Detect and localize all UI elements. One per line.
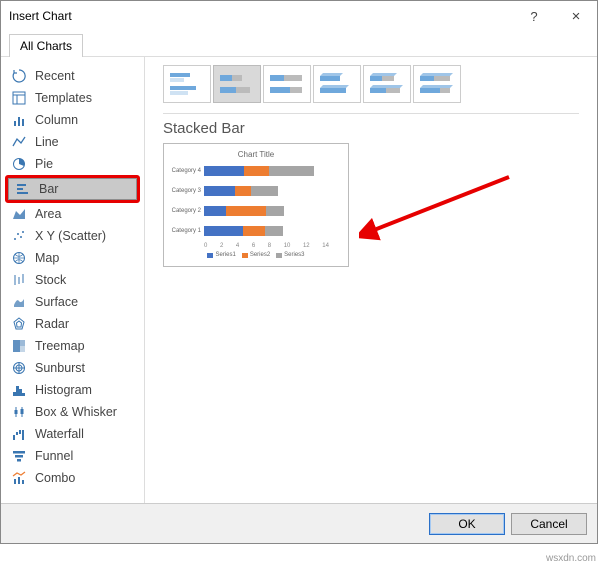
sidebar-item-label: Area [35,207,61,221]
subtype-clustered-bar[interactable] [163,65,211,103]
sidebar-item-label: Bar [39,182,58,196]
sidebar-item-label: Sunburst [35,361,85,375]
stock-icon [11,272,27,288]
annotation-arrow-icon [359,172,519,242]
sidebar-item-label: Map [35,251,59,265]
subtype-3d-stacked-bar[interactable] [363,65,411,103]
watermark-text: wsxdn.com [546,553,596,564]
area-icon [11,206,27,222]
subtype-stacked-bar[interactable] [213,65,261,103]
bar-icon [15,181,31,197]
tab-strip: All Charts [1,31,597,57]
sidebar-item-label: Column [35,113,78,127]
sidebar-item-recent[interactable]: Recent [5,65,140,87]
templates-icon [11,90,27,106]
sidebar-item-label: Waterfall [35,427,84,441]
column-icon [11,112,27,128]
chart-x-axis: 02468101214 [204,243,329,249]
chart-category-list: Recent Templates Column Line Pie [1,57,145,503]
sidebar-item-radar[interactable]: Radar [5,313,140,335]
sidebar-item-bar-highlight: Bar [5,175,140,203]
sidebar-item-templates[interactable]: Templates [5,87,140,109]
sidebar-item-label: Box & Whisker [35,405,117,419]
sidebar-item-label: Templates [35,91,92,105]
sidebar-item-label: Treemap [35,339,85,353]
divider [163,113,579,114]
sidebar-item-line[interactable]: Line [5,131,140,153]
sunburst-icon [11,360,27,376]
sidebar-item-box-whisker[interactable]: Box & Whisker [5,401,140,423]
sidebar-item-histogram[interactable]: Histogram [5,379,140,401]
sidebar-item-label: Surface [35,295,78,309]
chart-category-label: Category 1 [170,228,204,234]
sidebar-item-map[interactable]: Map [5,247,140,269]
sidebar-item-label: Recent [35,69,75,83]
subtype-100-stacked-bar[interactable] [263,65,311,103]
sidebar-item-label: X Y (Scatter) [35,229,106,243]
sidebar-item-label: Histogram [35,383,92,397]
preview-title: Stacked Bar [163,120,579,137]
combo-icon [11,470,27,486]
treemap-icon [11,338,27,354]
sidebar-item-label: Pie [35,157,53,171]
subtype-3d-clustered-bar[interactable] [313,65,361,103]
chart-category-label: Category 3 [170,188,204,194]
sidebar-item-combo[interactable]: Combo [5,467,140,489]
sidebar-item-surface[interactable]: Surface [5,291,140,313]
chart-preview[interactable]: Chart Title Category 4 Category 3 Catego… [163,143,349,267]
main-panel: Stacked Bar Chart Title Category 4 Categ… [145,57,597,503]
chart-category-label: Category 4 [170,168,204,174]
recent-icon [11,68,27,84]
sidebar-item-label: Radar [35,317,69,331]
funnel-icon [11,448,27,464]
surface-icon [11,294,27,310]
pie-icon [11,156,27,172]
sidebar-item-waterfall[interactable]: Waterfall [5,423,140,445]
chart-legend: Series1 Series2 Series3 [170,252,342,258]
sidebar-item-label: Combo [35,471,75,485]
sidebar-item-pie[interactable]: Pie [5,153,140,175]
sidebar-item-treemap[interactable]: Treemap [5,335,140,357]
chart-bar-row: Category 4 [170,163,342,179]
dialog-footer: OK Cancel [1,503,597,543]
radar-icon [11,316,27,332]
subtype-3d-100-stacked-bar[interactable] [413,65,461,103]
chart-bar-row: Category 1 [170,223,342,239]
cancel-button[interactable]: Cancel [511,513,587,535]
chart-category-label: Category 2 [170,208,204,214]
close-button[interactable]: × [555,1,597,31]
ok-button[interactable]: OK [429,513,505,535]
window-title: Insert Chart [9,9,513,23]
sidebar-item-label: Line [35,135,59,149]
titlebar: Insert Chart ? × [1,1,597,31]
tab-all-charts[interactable]: All Charts [9,34,83,57]
sidebar-item-scatter[interactable]: X Y (Scatter) [5,225,140,247]
help-button[interactable]: ? [513,1,555,31]
sidebar-item-column[interactable]: Column [5,109,140,131]
sidebar-item-label: Funnel [35,449,73,463]
sidebar-item-sunburst[interactable]: Sunburst [5,357,140,379]
chart-bar-row: Category 2 [170,203,342,219]
sidebar-item-stock[interactable]: Stock [5,269,140,291]
chart-bar-row: Category 3 [170,183,342,199]
chart-inner-title: Chart Title [170,150,342,159]
sidebar-item-label: Stock [35,273,66,287]
sidebar-item-area[interactable]: Area [5,203,140,225]
map-icon [11,250,27,266]
bar-subtype-row [163,65,579,103]
line-icon [11,134,27,150]
scatter-icon [11,228,27,244]
sidebar-item-bar[interactable]: Bar [8,178,137,200]
waterfall-icon [11,426,27,442]
insert-chart-dialog: Insert Chart ? × All Charts Recent Templ… [0,0,598,544]
box-whisker-icon [11,404,27,420]
sidebar-item-funnel[interactable]: Funnel [5,445,140,467]
histogram-icon [11,382,27,398]
